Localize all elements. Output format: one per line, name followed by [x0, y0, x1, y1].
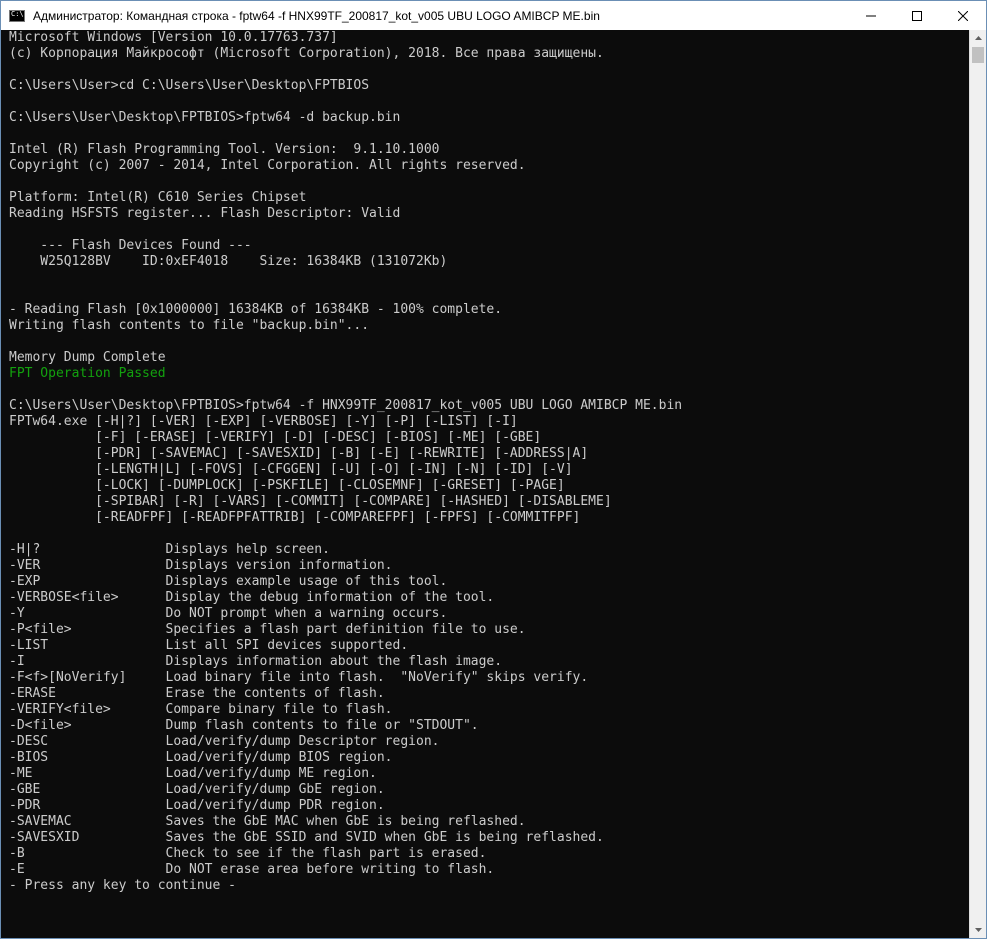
scroll-down-button[interactable]: [970, 922, 986, 938]
scroll-up-arrow-icon: [974, 36, 982, 40]
scroll-up-button[interactable]: [970, 30, 986, 46]
console-line: -F<f>[NoVerify] Load binary file into fl…: [9, 670, 589, 685]
console-line: -B Check to see if the flash part is era…: [9, 846, 487, 861]
console-line: -SAVEMAC Saves the GbE MAC when GbE is b…: [9, 814, 526, 829]
minimize-button[interactable]: [848, 1, 894, 30]
console-line: -ERASE Erase the contents of flash.: [9, 686, 385, 701]
console-line: -D<file> Dump flash contents to file or …: [9, 718, 479, 733]
console-line: -SAVESXID Saves the GbE SSID and SVID wh…: [9, 830, 604, 845]
console-line: Microsoft Windows [Version 10.0.17763.73…: [9, 30, 338, 45]
close-button[interactable]: [940, 1, 986, 30]
console-line: [-F] [-ERASE] [-VERIFY] [-D] [-DESC] [-B…: [9, 430, 542, 445]
console-line: [-PDR] [-SAVEMAC] [-SAVESXID] [-B] [-E] …: [9, 446, 589, 461]
console-line: -BIOS Load/verify/dump BIOS region.: [9, 750, 393, 765]
console-window: Администратор: Командная строка - fptw64…: [0, 0, 987, 939]
console-line: C:\Users\User>cd C:\Users\User\Desktop\F…: [9, 78, 370, 93]
console-line: -E Do NOT erase area before writing to f…: [9, 862, 495, 877]
console-line: -P<file> Specifies a flash part definiti…: [9, 622, 526, 637]
console-line: Intel (R) Flash Programming Tool. Versio…: [9, 142, 440, 157]
title-bar[interactable]: Администратор: Командная строка - fptw64…: [1, 1, 986, 30]
console-line: Memory Dump Complete: [9, 350, 166, 365]
cmd-icon: [9, 9, 25, 22]
console-line: [-LENGTH|L] [-FOVS] [-CFGGEN] [-U] [-O] …: [9, 462, 573, 477]
console-line: - Reading Flash [0x1000000] 16384KB of 1…: [9, 302, 503, 317]
window-title: Администратор: Командная строка - fptw64…: [33, 8, 600, 23]
console-line: Platform: Intel(R) C610 Series Chipset: [9, 190, 307, 205]
minimize-icon: [866, 15, 876, 16]
console-line: -I Displays information about the flash …: [9, 654, 503, 669]
console-line: C:\Users\User\Desktop\FPTBIOS>fptw64 -f …: [9, 398, 683, 413]
console-line: Reading HSFSTS register... Flash Descrip…: [9, 206, 401, 221]
close-icon: [958, 10, 968, 21]
console-line: -ME Load/verify/dump ME region.: [9, 766, 377, 781]
console-line: FPTw64.exe [-H|?] [-VER] [-EXP] [-VERBOS…: [9, 414, 518, 429]
console-line: [-READFPF] [-READFPFATTRIB] [-COMPAREFPF…: [9, 510, 581, 525]
console-line: FPT Operation Passed: [9, 366, 166, 381]
console-line: -Y Do NOT prompt when a warning occurs.: [9, 606, 448, 621]
maximize-button[interactable]: [894, 1, 940, 30]
maximize-icon: [912, 10, 922, 21]
console-line: C:\Users\User\Desktop\FPTBIOS>fptw64 -d …: [9, 110, 401, 125]
console-line: Writing flash contents to file "backup.b…: [9, 318, 370, 333]
console-line: -H|? Displays help screen.: [9, 542, 330, 557]
console-line: - Press any key to continue -: [9, 878, 236, 893]
console-line: -LIST List all SPI devices supported.: [9, 638, 409, 653]
console-line: W25Q128BV ID:0xEF4018 Size: 16384KB (131…: [9, 254, 448, 269]
console-line: -EXP Displays example usage of this tool…: [9, 574, 448, 589]
console-line: Copyright (c) 2007 - 2014, Intel Corpora…: [9, 158, 526, 173]
console-line: -VERIFY<file> Compare binary file to fla…: [9, 702, 393, 717]
console-line: [-LOCK] [-DUMPLOCK] [-PSKFILE] [-CLOSEMN…: [9, 478, 565, 493]
vertical-scrollbar[interactable]: [969, 30, 986, 938]
console-line: (c) Корпорация Майкрософт (Microsoft Cor…: [9, 46, 604, 61]
console-line: -PDR Load/verify/dump PDR region.: [9, 798, 385, 813]
console-line: -VER Displays version information.: [9, 558, 393, 573]
console-line: -GBE Load/verify/dump GbE region.: [9, 782, 385, 797]
console-output[interactable]: Microsoft Windows [Version 10.0.17763.73…: [1, 30, 969, 938]
console-line: -VERBOSE<file> Display the debug informa…: [9, 590, 495, 605]
scroll-down-arrow-icon: [974, 928, 982, 932]
window-controls: [848, 1, 986, 30]
console-line: [-SPIBAR] [-R] [-VARS] [-COMMIT] [-COMPA…: [9, 494, 612, 509]
console-line: -DESC Load/verify/dump Descriptor region…: [9, 734, 440, 749]
scroll-thumb[interactable]: [972, 47, 984, 63]
console-line: --- Flash Devices Found ---: [9, 238, 252, 253]
